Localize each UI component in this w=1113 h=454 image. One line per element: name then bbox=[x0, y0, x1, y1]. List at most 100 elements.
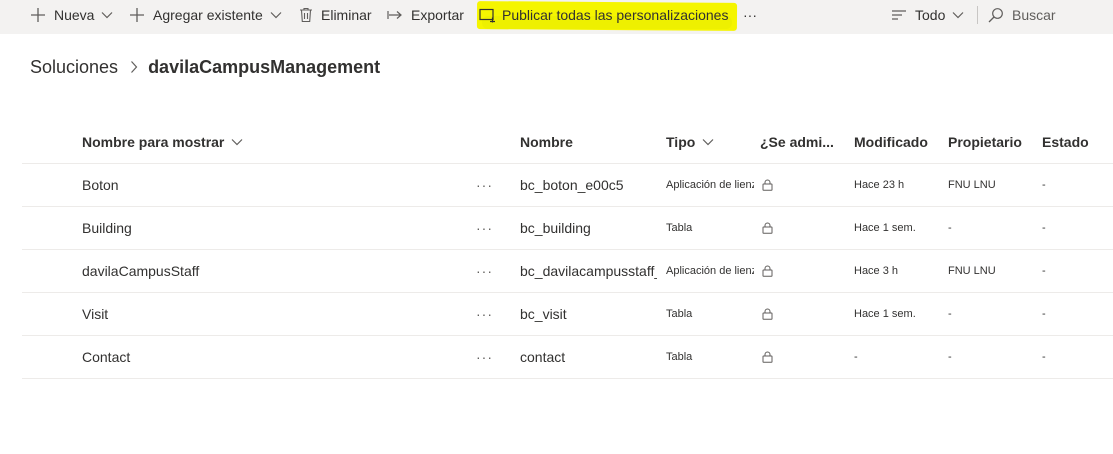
cell-modified: Hace 1 sem. bbox=[854, 222, 916, 234]
column-header-label: ¿Se admi... bbox=[760, 133, 834, 150]
cell-display-name[interactable]: Building bbox=[82, 207, 472, 249]
cell-type: Aplicación de lienzo bbox=[666, 179, 754, 191]
new-button[interactable]: Nueva bbox=[30, 0, 113, 30]
cell-owner: - bbox=[948, 222, 952, 234]
cell-managed bbox=[760, 164, 838, 206]
row-more-actions-button[interactable]: ··· bbox=[476, 207, 498, 249]
column-header-name[interactable]: Nombre bbox=[520, 120, 657, 163]
lock-icon bbox=[762, 265, 773, 277]
cell-name: bc_davilacampusstaff_ bbox=[520, 263, 657, 279]
cell-modified: Hace 23 h bbox=[854, 179, 905, 191]
cell-managed bbox=[760, 250, 838, 292]
plus-icon bbox=[30, 7, 46, 23]
column-header-owner[interactable]: Propietario bbox=[948, 120, 1034, 163]
lock-icon bbox=[762, 179, 773, 191]
search-box[interactable]: Buscar bbox=[988, 0, 1056, 30]
cell-status: - bbox=[1042, 265, 1046, 277]
chevron-down-icon bbox=[101, 11, 113, 19]
lock-icon bbox=[762, 351, 773, 363]
arrow-right-bar-icon bbox=[387, 9, 403, 21]
table-row[interactable]: Visit ··· bc_visit Tabla Hace 1 sem. - - bbox=[22, 293, 1113, 336]
cell-managed bbox=[760, 293, 838, 335]
cell-owner: FNU LNU bbox=[948, 179, 996, 191]
delete-button[interactable]: Eliminar bbox=[299, 0, 372, 30]
export-label: Exportar bbox=[411, 7, 464, 23]
column-header-type[interactable]: Tipo bbox=[666, 120, 754, 163]
cell-name: bc_boton_e00c5 bbox=[520, 177, 624, 193]
breadcrumb-root-link[interactable]: Soluciones bbox=[30, 57, 118, 78]
cell-owner: FNU LNU bbox=[948, 265, 996, 277]
row-more-actions-button[interactable]: ··· bbox=[476, 250, 498, 292]
cell-managed bbox=[760, 336, 838, 378]
cell-status: - bbox=[1042, 222, 1046, 234]
cell-type: Tabla bbox=[666, 222, 693, 234]
column-header-display-name[interactable]: Nombre para mostrar bbox=[82, 120, 472, 163]
search-placeholder: Buscar bbox=[1012, 7, 1056, 23]
cell-name: contact bbox=[520, 349, 566, 365]
components-table: Nombre para mostrar Nombre Tipo ¿Se admi… bbox=[22, 120, 1113, 379]
chevron-down-icon bbox=[952, 11, 964, 19]
column-header-label: Nombre para mostrar bbox=[82, 133, 225, 150]
column-header-managed[interactable]: ¿Se admi... bbox=[760, 120, 838, 163]
cell-display-name[interactable]: davilaCampusStaff bbox=[82, 250, 472, 292]
divider bbox=[977, 6, 978, 24]
trash-icon bbox=[299, 7, 313, 23]
row-more-actions-button[interactable]: ··· bbox=[476, 164, 498, 206]
cell-status: - bbox=[1042, 308, 1046, 320]
row-more-actions-button[interactable]: ··· bbox=[476, 336, 498, 378]
lock-icon bbox=[762, 222, 773, 234]
cell-status: - bbox=[1042, 351, 1046, 363]
more-commands-button[interactable]: ··· bbox=[743, 0, 757, 30]
add-existing-button[interactable]: Agregar existente bbox=[129, 0, 282, 30]
view-filter-label: Todo bbox=[915, 7, 946, 23]
cell-name: bc_building bbox=[520, 220, 591, 236]
new-button-label: Nueva bbox=[54, 7, 95, 23]
column-header-label: Estado bbox=[1042, 133, 1089, 150]
chevron-down-icon bbox=[270, 11, 282, 19]
table-row[interactable]: Boton ··· bc_boton_e00c5 Aplicación de lien… bbox=[22, 164, 1113, 207]
column-header-label: Nombre bbox=[520, 133, 573, 150]
cell-modified: - bbox=[854, 351, 858, 363]
cell-modified: Hace 3 h bbox=[854, 265, 899, 277]
cell-owner: - bbox=[948, 351, 952, 363]
breadcrumb: Soluciones davilaCampusManagement bbox=[30, 55, 380, 79]
breadcrumb-current: davilaCampusManagement bbox=[148, 56, 381, 77]
row-more-actions-button[interactable]: ··· bbox=[476, 293, 498, 335]
table-row[interactable]: Building ··· bc_building Tabla Hace 1 sem. - - bbox=[22, 207, 1113, 250]
filter-lines-icon bbox=[891, 9, 907, 21]
column-header-status[interactable]: Estado bbox=[1042, 120, 1102, 163]
cell-managed bbox=[760, 207, 838, 249]
cell-type: Tabla bbox=[666, 351, 693, 363]
cell-type: Tabla bbox=[666, 308, 693, 320]
add-existing-label: Agregar existente bbox=[153, 7, 263, 23]
delete-label: Eliminar bbox=[321, 7, 372, 23]
publish-all-label: Publicar todas las personalizaciones bbox=[502, 7, 729, 23]
publish-icon bbox=[479, 8, 496, 23]
column-header-label: Propietario bbox=[948, 133, 1022, 150]
plus-icon bbox=[129, 7, 145, 23]
search-icon bbox=[988, 7, 1004, 23]
cell-display-name[interactable]: Visit bbox=[82, 293, 472, 335]
cell-status: - bbox=[1042, 179, 1046, 191]
table-row[interactable]: Contact ··· contact Tabla - - - bbox=[22, 336, 1113, 379]
table-row[interactable]: davilaCampusStaff ··· bc_davilacampusstaff… bbox=[22, 250, 1113, 293]
command-bar: Nueva Agregar existente Eliminar Exporta… bbox=[0, 0, 1113, 34]
more-icon: ··· bbox=[743, 7, 757, 23]
table-header-row: Nombre para mostrar Nombre Tipo ¿Se admi… bbox=[22, 120, 1113, 164]
cell-owner: - bbox=[948, 308, 952, 320]
cell-display-name[interactable]: Contact bbox=[82, 336, 472, 378]
cell-display-name[interactable]: Boton bbox=[82, 164, 472, 206]
view-filter-dropdown[interactable]: Todo bbox=[891, 0, 964, 30]
lock-icon bbox=[762, 308, 773, 320]
column-header-label: Modificado bbox=[854, 133, 928, 150]
publish-all-button[interactable]: Publicar todas las personalizaciones bbox=[479, 0, 728, 30]
chevron-right-icon bbox=[130, 60, 138, 74]
chevron-down-icon bbox=[702, 138, 714, 146]
column-header-modified[interactable]: Modificado bbox=[854, 120, 940, 163]
export-button[interactable]: Exportar bbox=[387, 0, 464, 30]
cell-modified: Hace 1 sem. bbox=[854, 308, 916, 320]
chevron-down-icon bbox=[231, 138, 243, 146]
column-header-label: Tipo bbox=[666, 133, 696, 150]
cell-name: bc_visit bbox=[520, 306, 567, 322]
cell-type: Aplicación de lienzo bbox=[666, 265, 754, 277]
